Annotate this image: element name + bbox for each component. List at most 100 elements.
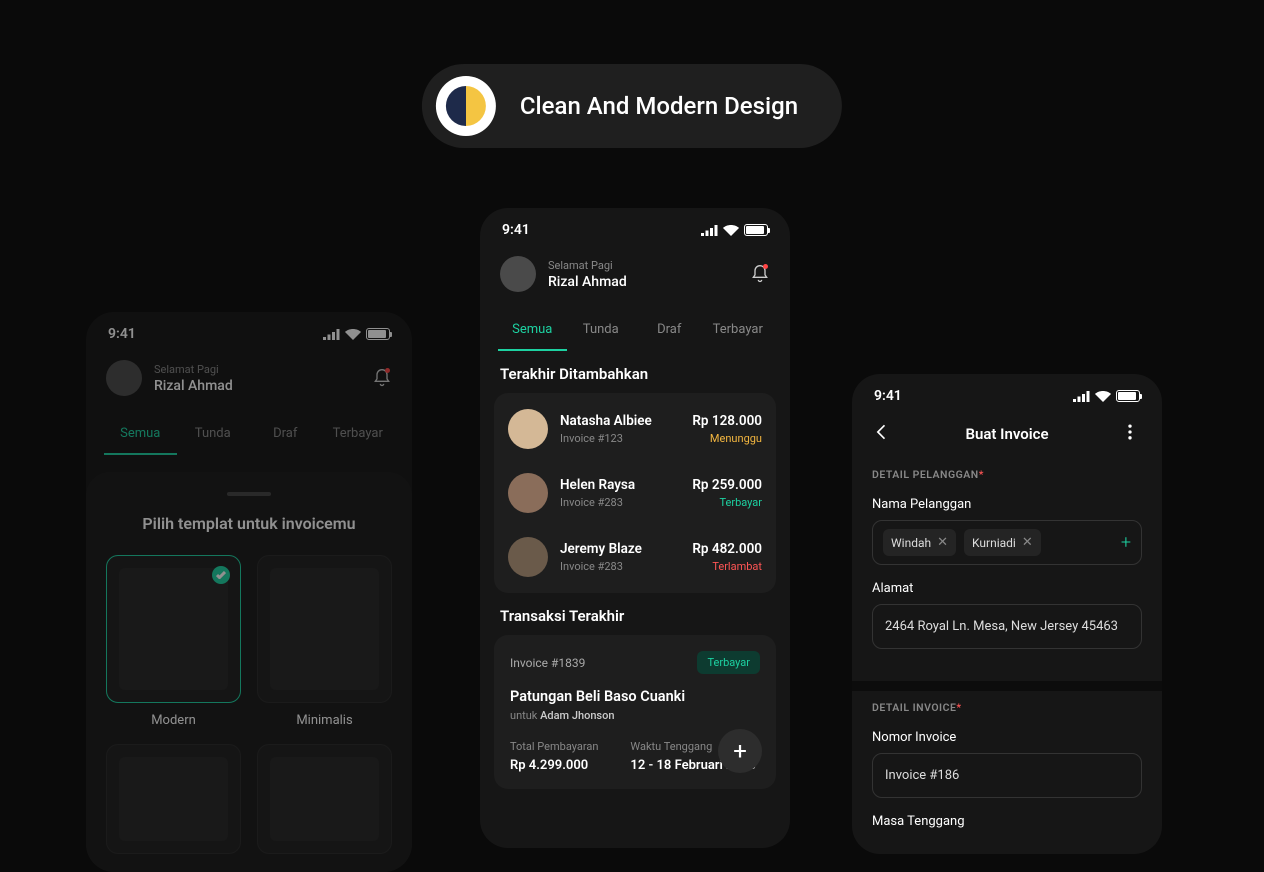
field-label: Alamat <box>872 581 1142 596</box>
phone-create-invoice: 9:41 Buat Invoice DETAIL PELANGGAN* Nama… <box>852 374 1162 854</box>
section-label: DETAIL PELANGGAN* <box>872 468 1142 481</box>
status-time: 9:41 <box>108 326 136 342</box>
sheet-handle[interactable] <box>227 492 271 496</box>
signal-icon <box>701 225 718 236</box>
phone-dashboard: 9:41 Selamat Pagi Rizal Ahmad Semua Tund… <box>480 208 790 848</box>
tab-terbayar[interactable]: Terbayar <box>704 314 773 351</box>
wifi-icon <box>345 329 361 340</box>
template-label: Modern <box>106 713 241 728</box>
user-header: Selamat Pagi Rizal Ahmad <box>86 350 412 406</box>
status-bar: 9:41 <box>852 374 1162 412</box>
avatar <box>508 409 548 449</box>
invoice-amount: Rp 128.000 <box>692 413 762 429</box>
field-label: Masa Tenggang <box>872 814 1142 829</box>
status-badge: Menunggu <box>692 432 762 445</box>
nav-bar: Buat Invoice <box>852 412 1162 462</box>
battery-icon <box>744 224 768 236</box>
invoice-amount: Rp 259.000 <box>692 477 762 493</box>
trx-name: Patungan Beli Baso Cuanki <box>510 688 760 705</box>
invoice-sub: Invoice #123 <box>560 432 680 445</box>
signal-icon <box>1073 391 1090 402</box>
check-icon <box>212 566 230 584</box>
tab-terbayar[interactable]: Terbayar <box>322 418 395 455</box>
wifi-icon <box>1095 391 1111 402</box>
tab-semua[interactable]: Semua <box>104 418 177 455</box>
field-label: Nomor Invoice <box>872 730 1142 745</box>
customer-section: DETAIL PELANGGAN* Nama Pelanggan Windah✕… <box>852 462 1162 663</box>
invoice-number-input[interactable]: Invoice #186 <box>872 753 1142 798</box>
trx-for: untuk Adam Jhonson <box>510 709 760 722</box>
invoice-sub: Invoice #283 <box>560 560 680 573</box>
greeting-text: Selamat Pagi <box>548 259 738 272</box>
battery-icon <box>1116 390 1140 402</box>
tab-draf[interactable]: Draf <box>249 418 322 455</box>
invoice-name: Natasha Albiee <box>560 413 680 429</box>
menu-icon[interactable] <box>1120 422 1142 446</box>
status-badge: Terlambat <box>692 560 762 573</box>
status-bar: 9:41 <box>480 208 790 246</box>
avatar <box>508 537 548 577</box>
notification-icon[interactable] <box>372 368 392 388</box>
avatar[interactable] <box>500 256 536 292</box>
tab-semua[interactable]: Semua <box>498 314 567 351</box>
status-time: 9:41 <box>874 388 902 404</box>
greeting-text: Selamat Pagi <box>154 363 360 376</box>
wifi-icon <box>723 225 739 236</box>
tabs: Semua Tunda Draf Terbayar <box>86 406 412 455</box>
battery-icon <box>366 328 390 340</box>
section-label: DETAIL INVOICE* <box>872 701 1142 714</box>
user-header: Selamat Pagi Rizal Ahmad <box>480 246 790 302</box>
tab-draf[interactable]: Draf <box>635 314 704 351</box>
phone-template-picker: 9:41 Selamat Pagi Rizal Ahmad Semua Tund… <box>86 312 412 872</box>
address-input[interactable]: 2464 Royal Ln. Mesa, New Jersey 45463 <box>872 604 1142 649</box>
invoice-item[interactable]: Jeremy Blaze Invoice #283 Rp 482.000 Terla… <box>494 525 776 589</box>
template-label: Minimalis <box>257 713 392 728</box>
invoice-list: Natasha Albiee Invoice #123 Rp 128.000 Men… <box>494 393 776 593</box>
avatar <box>508 473 548 513</box>
template-sheet: Pilih templat untuk invoicemu Modern Min… <box>86 472 412 872</box>
trx-id: Invoice #1839 <box>510 656 585 670</box>
invoice-item[interactable]: Natasha Albiee Invoice #123 Rp 128.000 Men… <box>494 397 776 461</box>
invoice-name: Helen Raysa <box>560 477 680 493</box>
chip-remove-icon[interactable]: ✕ <box>1022 535 1033 550</box>
recent-title: Terakhir Ditambahkan <box>480 351 790 393</box>
transaction-card[interactable]: Invoice #1839 Terbayar Patungan Beli Bas… <box>494 635 776 789</box>
invoice-item[interactable]: Helen RaysaInvoice #283 Rp 259.000Terbay… <box>494 461 776 525</box>
notification-icon[interactable] <box>750 264 770 284</box>
status-badge: Terbayar <box>697 651 760 674</box>
section-divider <box>852 681 1162 691</box>
status-badge: Terbayar <box>692 496 762 509</box>
tab-tunda[interactable]: Tunda <box>177 418 250 455</box>
tabs: Semua Tunda Draf Terbayar <box>480 302 790 351</box>
logo-icon <box>436 76 496 136</box>
back-button[interactable] <box>872 422 894 446</box>
total-value: Rp 4.299.000 <box>510 758 598 773</box>
template-option[interactable] <box>257 744 392 854</box>
template-option[interactable] <box>106 744 241 854</box>
chip-remove-icon[interactable]: ✕ <box>937 535 948 550</box>
chip[interactable]: Windah✕ <box>883 529 956 556</box>
signal-icon <box>323 329 340 340</box>
add-chip-button[interactable]: + <box>1121 532 1131 553</box>
invoice-amount: Rp 482.000 <box>692 541 762 557</box>
avatar[interactable] <box>106 360 142 396</box>
tab-tunda[interactable]: Tunda <box>567 314 636 351</box>
status-time: 9:41 <box>502 222 530 238</box>
sheet-title: Pilih templat untuk invoicemu <box>106 514 392 533</box>
template-minimalis[interactable]: Minimalis <box>257 555 392 728</box>
trx-title: Transaksi Terakhir <box>480 593 790 635</box>
header-title: Clean And Modern Design <box>520 92 798 120</box>
total-label: Total Pembayaran <box>510 740 598 753</box>
user-name: Rizal Ahmad <box>154 378 360 394</box>
header-pill: Clean And Modern Design <box>422 64 842 148</box>
add-button[interactable]: + <box>718 729 762 773</box>
status-bar: 9:41 <box>86 312 412 350</box>
template-modern[interactable]: Modern <box>106 555 241 728</box>
chip[interactable]: Kurniadi✕ <box>964 529 1041 556</box>
page-title: Buat Invoice <box>894 425 1120 443</box>
field-label: Nama Pelanggan <box>872 497 1142 512</box>
user-name: Rizal Ahmad <box>548 274 738 290</box>
invoice-name: Jeremy Blaze <box>560 541 680 557</box>
plus-icon: + <box>733 737 747 765</box>
customer-name-input[interactable]: Windah✕ Kurniadi✕ + <box>872 520 1142 565</box>
